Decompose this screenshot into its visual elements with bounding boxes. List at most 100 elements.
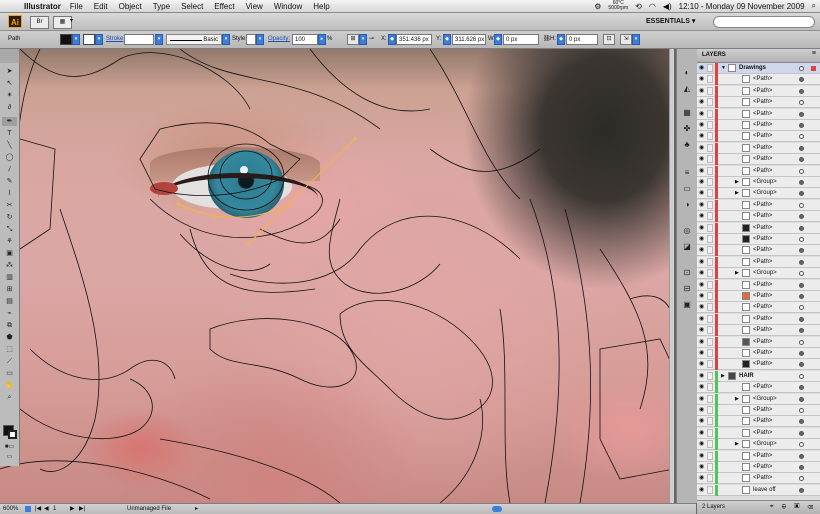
layer-name[interactable]: <Path>	[753, 154, 772, 165]
artboard-tool-icon[interactable]: ⬚	[2, 345, 17, 354]
layer-row[interactable]: ◉ <Path>	[697, 85, 820, 97]
visibility-eye-icon[interactable]: ◉	[699, 145, 705, 151]
menu-effect[interactable]: Effect	[214, 2, 234, 11]
live-paint-tool-icon[interactable]: ⬟	[2, 333, 17, 342]
layer-name[interactable]: leave off	[753, 485, 776, 496]
target-icon[interactable]	[799, 191, 804, 197]
selection-indicator[interactable]	[811, 362, 816, 367]
layer-row[interactable]: ◉ ▶ <Group>	[697, 393, 820, 405]
layer-name[interactable]: <Path>	[753, 359, 772, 370]
wifi-icon[interactable]: ◠	[649, 2, 656, 11]
layer-name[interactable]: <Path>	[753, 405, 772, 416]
hand-tool-icon[interactable]: ✋	[2, 381, 17, 390]
w-stepper-icon[interactable]: ◆	[494, 34, 502, 45]
selection-indicator[interactable]	[811, 465, 816, 470]
lasso-tool-icon[interactable]: ∂	[2, 103, 17, 112]
disclosure-expanded-icon[interactable]: ▼	[721, 63, 726, 74]
layer-name[interactable]: <Group>	[753, 188, 777, 199]
disclosure-collapsed-icon[interactable]: ▶	[735, 268, 740, 279]
lock-toggle[interactable]	[707, 428, 713, 437]
target-icon[interactable]	[799, 316, 804, 322]
target-icon[interactable]	[799, 271, 804, 277]
target-icon[interactable]	[799, 453, 804, 459]
visibility-eye-icon[interactable]: ◉	[699, 225, 705, 231]
selection-indicator[interactable]	[811, 191, 816, 196]
fill-swatch[interactable]	[60, 34, 72, 45]
selection-indicator[interactable]	[811, 340, 816, 345]
free-transform-tool-icon[interactable]: ▣	[2, 249, 17, 258]
lock-toggle[interactable]	[707, 75, 713, 84]
layer-row[interactable]: ◉ <Path>	[697, 313, 820, 325]
layer-name[interactable]: <Path>	[753, 234, 772, 245]
layer-row[interactable]: ◉ <Path>	[697, 97, 820, 109]
opacity-dropdown-icon[interactable]: ▸	[318, 34, 326, 45]
selection-indicator[interactable]	[811, 385, 816, 390]
direct-selection-tool-icon[interactable]: ↖	[2, 79, 17, 88]
selection-indicator[interactable]	[811, 294, 816, 299]
layer-row[interactable]: ◉ <Path>	[697, 473, 820, 485]
color-panel-icon[interactable]: ◐	[680, 67, 694, 78]
visibility-eye-icon[interactable]: ◉	[699, 202, 705, 208]
disclosure-collapsed-icon[interactable]: ▶	[721, 371, 726, 382]
stroke-weight-field[interactable]	[124, 34, 154, 45]
selection-indicator[interactable]	[811, 180, 816, 185]
sync-icon[interactable]: ⟲	[635, 2, 642, 11]
target-icon[interactable]	[799, 168, 804, 174]
layer-name[interactable]: <Path>	[753, 223, 772, 234]
warp-tool-icon[interactable]: ⚘	[2, 237, 17, 246]
transparency-panel-icon[interactable]: ◑	[680, 199, 694, 210]
pathfinder-panel-icon[interactable]: ▣	[680, 299, 694, 310]
stroke-color-indicator[interactable]	[8, 430, 17, 439]
visibility-eye-icon[interactable]: ◉	[699, 111, 705, 117]
zoom-tool-icon[interactable]: ⌕	[2, 393, 17, 402]
layer-row[interactable]: ◉ <Path>	[697, 325, 820, 337]
selection-indicator[interactable]	[811, 374, 816, 379]
search-input[interactable]	[713, 16, 815, 28]
selection-indicator[interactable]	[811, 260, 816, 265]
volume-icon[interactable]: ◀)	[663, 2, 672, 11]
layer-row[interactable]: ◉ <Path>	[697, 279, 820, 291]
selection-indicator[interactable]	[811, 226, 816, 231]
selection-indicator[interactable]	[811, 157, 816, 162]
layer-name[interactable]: <Group>	[753, 268, 777, 279]
visibility-eye-icon[interactable]: ◉	[699, 327, 705, 333]
layer-row[interactable]: ◉ ▶ <Group>	[697, 177, 820, 188]
stroke-panel-icon[interactable]: ≡	[680, 167, 694, 178]
layer-name[interactable]: <Path>	[753, 120, 772, 131]
pencil-tool-icon[interactable]: ✎	[2, 177, 17, 186]
layer-row[interactable]: ◉ <Path>	[697, 348, 820, 359]
layer-name[interactable]: <Path>	[753, 74, 772, 85]
target-icon[interactable]	[799, 157, 804, 163]
selection-indicator[interactable]	[811, 317, 816, 322]
layer-action-icons[interactable]: ⌖ ⊕ ▣ ⌫	[770, 503, 816, 511]
selection-indicator[interactable]	[811, 283, 816, 288]
lock-toggle[interactable]	[707, 292, 713, 300]
target-icon[interactable]	[799, 100, 804, 106]
layer-row[interactable]: ◉ <Path>	[697, 416, 820, 428]
layer-row[interactable]: ◉ <Path>	[697, 405, 820, 416]
visibility-eye-icon[interactable]: ◉	[699, 418, 705, 424]
layer-name[interactable]: <Path>	[753, 428, 772, 439]
lock-toggle[interactable]	[707, 383, 713, 392]
lock-toggle[interactable]	[707, 155, 713, 164]
target-icon[interactable]	[799, 339, 804, 345]
lock-toggle[interactable]	[707, 143, 713, 152]
visibility-eye-icon[interactable]: ◉	[699, 122, 705, 128]
layer-row[interactable]: ◉ <Path>	[697, 131, 820, 143]
swatches-panel-icon[interactable]: ▦	[680, 107, 694, 118]
selection-indicator[interactable]	[811, 169, 816, 174]
lock-toggle[interactable]	[707, 406, 713, 414]
menu-view[interactable]: View	[246, 2, 263, 11]
visibility-eye-icon[interactable]: ◉	[699, 88, 705, 94]
selection-indicator[interactable]	[811, 237, 816, 242]
brush-dropdown-icon[interactable]: ▾	[222, 34, 230, 45]
lock-toggle[interactable]	[707, 200, 713, 209]
visibility-eye-icon[interactable]: ◉	[699, 156, 705, 162]
layer-row[interactable]: ◉ leave off	[697, 484, 820, 496]
lock-toggle[interactable]	[707, 98, 713, 107]
isolate-selected-icon[interactable]: ⇲	[620, 34, 632, 45]
transform-icon[interactable]: ⊡	[603, 34, 615, 45]
visibility-eye-icon[interactable]: ◉	[699, 441, 705, 447]
layer-row[interactable]: ◉ ▶ <Group>	[697, 268, 820, 280]
target-icon[interactable]	[799, 362, 804, 368]
